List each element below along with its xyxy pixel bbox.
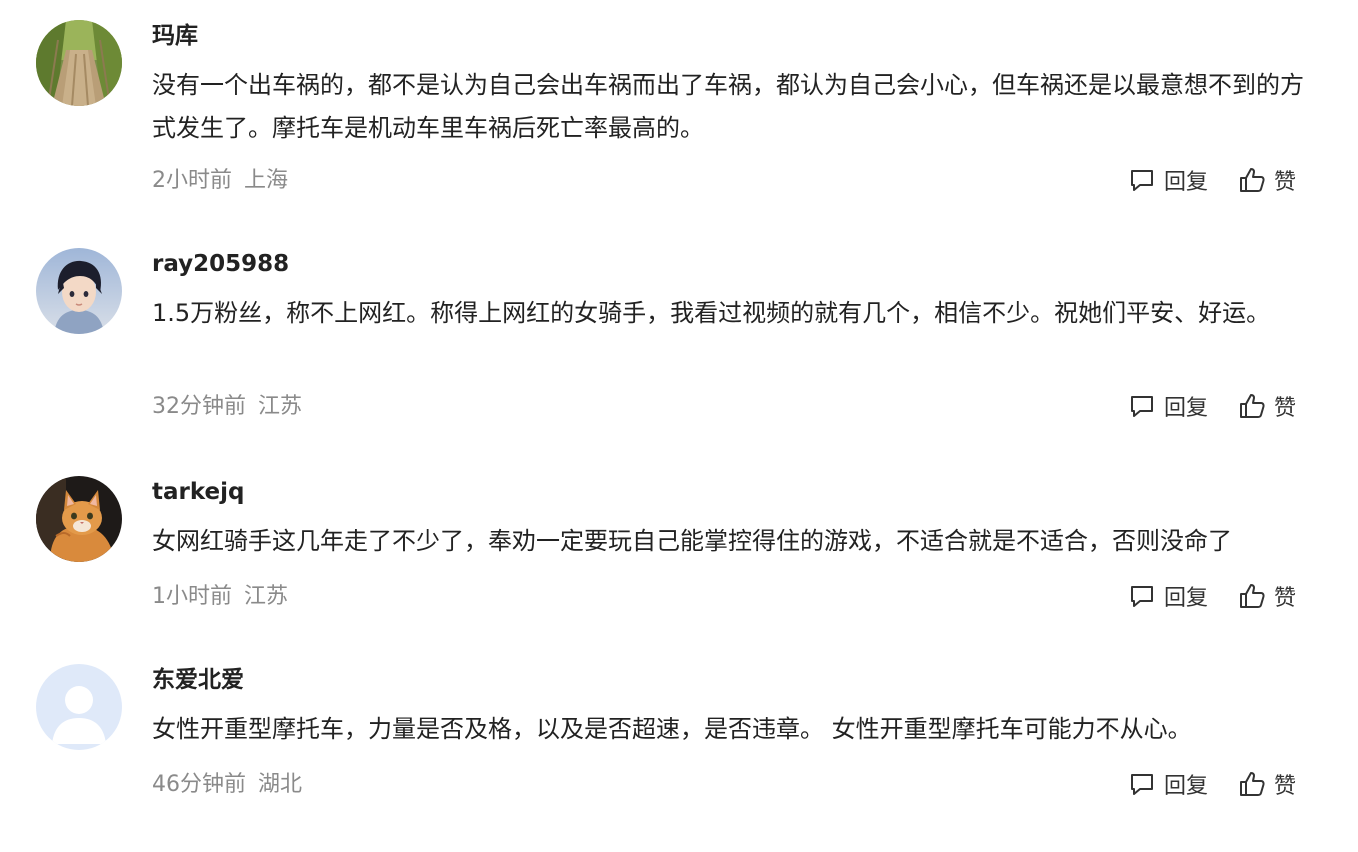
comment-time: 1小时前 — [152, 584, 232, 609]
reply-label: 回复 — [1163, 396, 1208, 421]
comment-list: 玛库 没有一个出车祸的，都不是认为自己会出车祸而出了车祸，都认为自己会小心，但车… — [0, 0, 1358, 852]
comment-time: 32分钟前 — [152, 394, 246, 419]
default-user-icon — [36, 664, 122, 750]
comment-actions: 回复 赞 — [1128, 580, 1296, 612]
reply-label: 回复 — [1163, 170, 1208, 195]
reply-button[interactable]: 回复 — [1128, 580, 1208, 612]
username[interactable]: 玛库 — [152, 20, 198, 52]
reply-label: 回复 — [1163, 586, 1208, 611]
comment-bubble-icon — [1130, 170, 1153, 191]
like-label: 赞 — [1273, 774, 1296, 799]
like-label: 赞 — [1273, 170, 1296, 195]
thumbs-up-icon — [1239, 584, 1265, 608]
comment-location: 湖北 — [258, 772, 303, 797]
comment-location: 江苏 — [244, 584, 289, 609]
comment-bubble-icon — [1130, 774, 1153, 795]
reply-button[interactable]: 回复 — [1128, 390, 1208, 422]
comment-text: 1.5万粉丝，称不上网红。称得上网红的女骑手，我看过视频的就有几个，相信不少。祝… — [152, 299, 1271, 327]
comment-actions: 回复 赞 — [1128, 390, 1296, 422]
comment-actions: 回复 赞 — [1128, 164, 1296, 196]
username[interactable]: tarkejq — [152, 476, 244, 508]
avatar[interactable] — [36, 248, 122, 334]
comment-meta: 46分钟前 湖北 — [152, 770, 302, 800]
like-button[interactable]: 赞 — [1238, 164, 1296, 196]
comment-text: 没有一个出车祸的，都不是认为自己会出车祸而出了车祸，都认为自己会小心，但车祸还是… — [152, 71, 1304, 142]
like-button[interactable]: 赞 — [1238, 390, 1296, 422]
reply-button[interactable]: 回复 — [1128, 164, 1208, 196]
reply-label: 回复 — [1163, 774, 1208, 799]
comment-actions: 回复 赞 — [1128, 768, 1296, 800]
avatar-image — [36, 476, 122, 562]
comment-location: 江苏 — [258, 394, 303, 419]
avatar[interactable] — [36, 476, 122, 562]
like-button[interactable]: 赞 — [1238, 768, 1296, 800]
thumbs-up-icon — [1239, 772, 1265, 796]
comment-text: 女性开重型摩托车，力量是否及格，以及是否超速，是否违章。 女性开重型摩托车可能力… — [152, 715, 1192, 743]
username[interactable]: 东爱北爱 — [152, 664, 244, 696]
avatar[interactable] — [36, 20, 122, 106]
comment-meta: 1小时前 江苏 — [152, 582, 288, 612]
username[interactable]: ray205988 — [152, 248, 289, 280]
like-label: 赞 — [1273, 586, 1296, 611]
comment-meta: 32分钟前 江苏 — [152, 392, 302, 422]
comment-time: 2小时前 — [152, 168, 232, 193]
comment-bubble-icon — [1130, 586, 1153, 607]
like-button[interactable]: 赞 — [1238, 580, 1296, 612]
thumbs-up-icon — [1239, 168, 1265, 192]
thumbs-up-icon — [1239, 394, 1265, 418]
like-label: 赞 — [1273, 396, 1296, 421]
avatar[interactable] — [36, 664, 122, 750]
avatar-image — [36, 20, 122, 106]
reply-button[interactable]: 回复 — [1128, 768, 1208, 800]
comment-time: 46分钟前 — [152, 772, 246, 797]
comment-text: 女网红骑手这几年走了不少了，奉劝一定要玩自己能掌控得住的游戏，不适合就是不适合，… — [152, 527, 1232, 555]
comment-meta: 2小时前 上海 — [152, 166, 288, 196]
comment-bubble-icon — [1130, 396, 1153, 417]
avatar-image — [36, 248, 122, 334]
comment-location: 上海 — [244, 168, 289, 193]
